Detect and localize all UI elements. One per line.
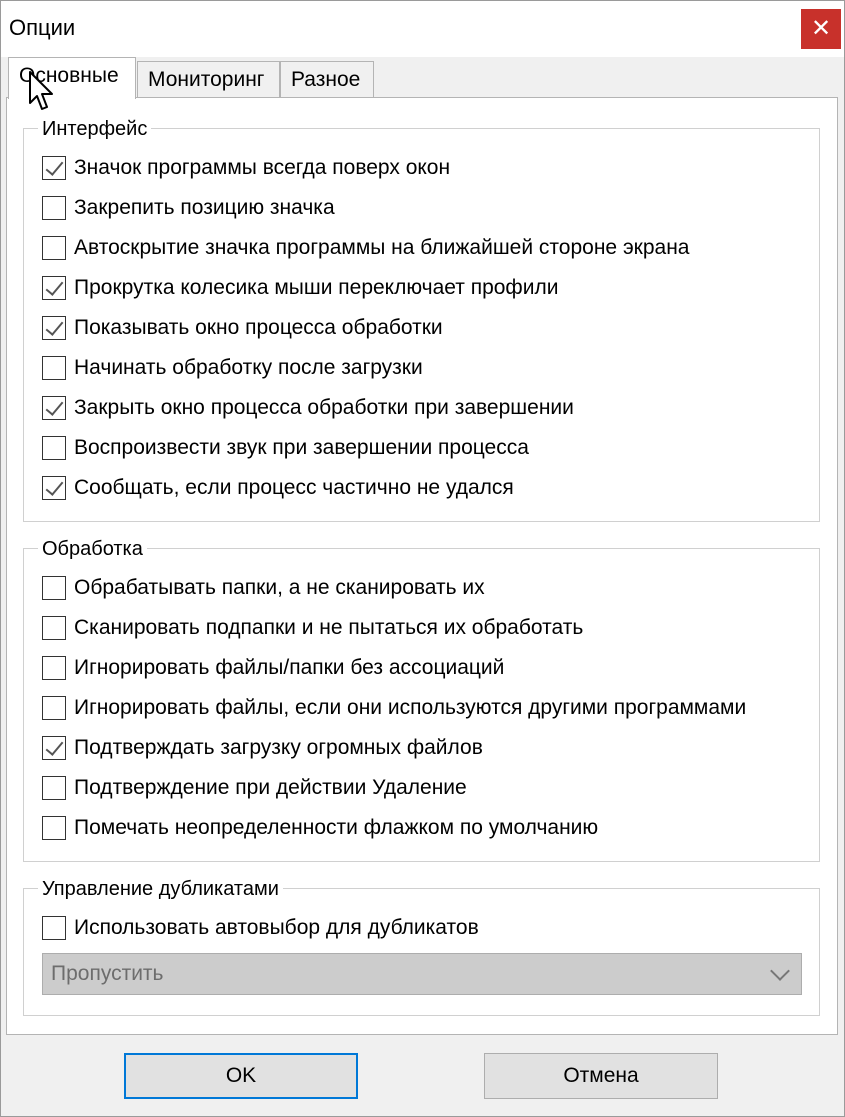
option-label: Закрыть окно процесса обработки при заве… [74,396,574,419]
duplicate-action-dropdown: Пропустить [42,953,802,995]
interface-group: Интерфейс Значок программы всегда поверх… [23,117,820,522]
option-label: Использовать автовыбор для дубликатов [74,916,479,939]
checkbox[interactable] [42,816,66,840]
option-label: Сканировать подпапки и не пытаться их об… [74,616,584,639]
option-label: Подтверждение при действии Удаление [74,776,467,799]
close-button[interactable]: ✕ [801,9,841,49]
interface-group-legend: Интерфейс [38,117,152,141]
option-ignore-unassociated[interactable]: Игнорировать файлы/папки без ассоциаций [42,653,504,683]
option-confirm-huge-files[interactable]: Подтверждать загрузку огромных файлов [42,733,483,763]
duplicates-group: Управление дубликатами Использовать авто… [23,877,820,1016]
checkbox[interactable] [42,576,66,600]
checkbox[interactable] [42,196,66,220]
checkbox[interactable] [42,356,66,380]
checkbox[interactable] [42,656,66,680]
option-report-partial-failure[interactable]: Сообщать, если процесс частично не удалс… [42,473,514,503]
option-label: Прокрутка колесика мыши переключает проф… [74,276,559,299]
option-autohide-icon[interactable]: Автоскрытие значка программы на ближайше… [42,233,689,263]
checkbox[interactable] [42,916,66,940]
option-mouse-wheel-profiles[interactable]: Прокрутка колесика мыши переключает проф… [42,273,558,303]
option-label: Автоскрытие значка программы на ближайше… [74,236,690,259]
processing-group: Обработка Обрабатывать папки, а не скани… [23,537,820,862]
option-show-process-window[interactable]: Показывать окно процесса обработки [42,313,443,343]
option-label: Воспроизвести звук при завершении процес… [74,436,529,459]
option-label: Сообщать, если процесс частично не удалс… [74,476,514,499]
checkbox[interactable] [42,316,66,340]
duplicates-group-legend: Управление дубликатами [38,877,283,901]
option-label: Обрабатывать папки, а не сканировать их [74,576,485,599]
mouse-pointer-icon [29,71,53,110]
ok-button[interactable]: OK [124,1053,358,1099]
option-label: Закрепить позицию значка [74,196,335,219]
tab-misc[interactable]: Разное [280,61,374,99]
option-close-process-window[interactable]: Закрыть окно процесса обработки при заве… [42,393,574,423]
checkbox[interactable] [42,476,66,500]
dropdown-value: Пропустить [51,962,164,985]
option-label: Игнорировать файлы, если они используютс… [74,696,747,719]
checkbox[interactable] [42,396,66,420]
checkbox[interactable] [42,236,66,260]
tab-general[interactable]: Основные [8,57,136,99]
option-icon-always-on-top[interactable]: Значок программы всегда поверх окон [42,153,450,183]
option-label: Начинать обработку после загрузки [74,356,423,379]
option-process-folders[interactable]: Обрабатывать папки, а не сканировать их [42,573,485,603]
checkbox[interactable] [42,436,66,460]
option-start-after-load[interactable]: Начинать обработку после загрузки [42,353,423,383]
processing-group-legend: Обработка [38,537,147,561]
option-label: Игнорировать файлы/папки без ассоциаций [74,656,505,679]
option-ignore-in-use[interactable]: Игнорировать файлы, если они используютс… [42,693,746,723]
option-play-sound[interactable]: Воспроизвести звук при завершении процес… [42,433,529,463]
checkbox[interactable] [42,696,66,720]
tab-misc-label: Разное [291,68,361,91]
checkbox[interactable] [42,616,66,640]
option-autoselect-duplicates[interactable]: Использовать автовыбор для дубликатов [42,913,479,943]
title-bar: Опции ✕ [1,1,844,57]
cancel-button[interactable]: Отмена [484,1053,718,1099]
checkbox[interactable] [42,276,66,300]
tab-panel-general: Интерфейс Значок программы всегда поверх… [6,97,838,1035]
options-dialog: Опции ✕ Основные Мониторинг Разное Интер… [0,0,845,1117]
option-scan-subfolders[interactable]: Сканировать подпапки и не пытаться их об… [42,613,583,643]
tab-monitoring[interactable]: Мониторинг [137,61,280,99]
chevron-down-icon [770,961,790,981]
checkbox[interactable] [42,776,66,800]
close-icon: ✕ [810,15,832,42]
checkbox[interactable] [42,156,66,180]
option-label: Значок программы всегда поверх окон [74,156,451,179]
option-label: Помечать неопределенности флажком по умо… [74,816,599,839]
checkbox[interactable] [42,736,66,760]
option-label: Подтверждать загрузку огромных файлов [74,736,483,759]
window-title: Опции [9,15,76,40]
option-flag-uncertainties[interactable]: Помечать неопределенности флажком по умо… [42,813,598,843]
tab-monitoring-label: Мониторинг [148,68,265,91]
option-label: Показывать окно процесса обработки [74,316,443,339]
option-confirm-delete[interactable]: Подтверждение при действии Удаление [42,773,467,803]
option-pin-icon-position[interactable]: Закрепить позицию значка [42,193,335,223]
